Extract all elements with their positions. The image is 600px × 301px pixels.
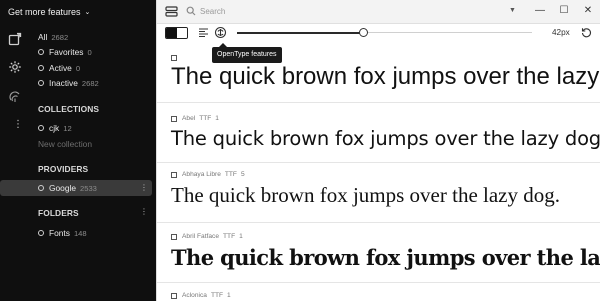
font-count: 1 <box>215 115 219 122</box>
reset-icon[interactable] <box>581 27 592 38</box>
filter-all-count: 2682 <box>51 32 69 42</box>
search-icon <box>186 6 196 16</box>
folders-heading: FOLDERS <box>38 208 79 218</box>
font-name: Abhaya Libre <box>182 171 221 178</box>
font-name: Aclonica <box>182 292 207 299</box>
collection-item[interactable]: cjk 12 <box>38 121 72 135</box>
checkbox-icon[interactable] <box>171 292 177 299</box>
add-fonts-icon[interactable] <box>8 32 22 46</box>
font-meta: Abhaya Libre TTF 5 <box>171 171 245 178</box>
folder-count: 148 <box>73 228 87 238</box>
checkbox-icon[interactable] <box>171 171 177 178</box>
filter-favorites-count: 0 <box>87 47 92 57</box>
more-vertical-icon[interactable]: ⋮ <box>13 120 27 135</box>
size-slider-track[interactable] <box>363 32 532 33</box>
color-theme-toggle[interactable] <box>165 27 188 39</box>
provider-count: 2533 <box>80 183 97 193</box>
filter-active-label: Active <box>49 63 72 73</box>
minimize-button[interactable]: — <box>533 4 547 18</box>
text-align-icon[interactable] <box>198 27 209 38</box>
fingerprint-icon[interactable] <box>8 90 22 104</box>
provider-label: Google <box>49 183 77 193</box>
get-more-features-label: Get more features <box>8 7 81 17</box>
light-swatch <box>176 28 187 38</box>
font-row[interactable]: Abril Fatface TTF 1 The quick brown fox … <box>157 223 600 283</box>
font-type: TTF <box>199 115 212 122</box>
font-row[interactable]: Abel TTF 1 The quick brown fox jumps ove… <box>157 103 600 163</box>
checkbox-icon[interactable] <box>171 55 177 61</box>
filter-active-count: 0 <box>75 63 81 73</box>
opentype-features-icon[interactable] <box>214 26 227 39</box>
folder-label: Fonts <box>49 228 70 238</box>
font-type: TTF <box>210 292 224 299</box>
filter-favorites-label: Favorites <box>49 47 84 57</box>
new-collection-button[interactable]: New collection <box>38 139 92 149</box>
radio-icon <box>38 230 44 236</box>
filter-favorites[interactable]: Favorites 0 <box>38 45 92 59</box>
font-type: TTF <box>223 233 236 240</box>
sidebar: Get more features ⌄ ⋮ All 2682 Favorites… <box>0 0 156 301</box>
font-sample: The quick brown fox jumps over the lazy … <box>171 183 560 207</box>
filter-active[interactable]: Active 0 <box>38 61 80 75</box>
filter-all-label: All <box>38 32 48 42</box>
checkbox-icon[interactable] <box>171 115 177 122</box>
font-meta: Abel TTF 1 <box>171 115 219 122</box>
menu-icon[interactable] <box>165 5 178 18</box>
font-meta: Abril Fatface TTF 1 <box>171 233 243 240</box>
get-more-features-button[interactable]: Get more features ⌄ <box>0 0 156 24</box>
font-meta: Aclonica TTF 1 <box>171 292 231 299</box>
folder-item-fonts[interactable]: Fonts 148 <box>38 226 87 240</box>
search-input[interactable] <box>200 4 480 19</box>
providers-heading: PROVIDERS <box>38 164 89 174</box>
search-dropdown-icon[interactable]: ▼ <box>509 7 516 14</box>
radio-icon <box>38 65 44 71</box>
filter-all[interactable]: All 2682 <box>38 30 68 44</box>
provider-google: Google 2533 <box>38 181 97 195</box>
filter-inactive-label: Inactive <box>49 78 78 88</box>
font-count: 1 <box>227 292 231 299</box>
filter-inactive-count: 2682 <box>81 78 99 88</box>
font-row[interactable]: Aclonica TTF 1 <box>157 283 600 301</box>
radio-icon <box>38 80 44 86</box>
settings-gear-icon[interactable] <box>8 60 22 74</box>
maximize-button[interactable]: ☐ <box>557 4 571 18</box>
font-type: TTF <box>224 171 237 178</box>
dark-swatch <box>166 28 177 38</box>
radio-icon <box>38 185 44 191</box>
chevron-down-icon: ⌄ <box>84 9 91 16</box>
folders-more-icon[interactable]: ⋮ <box>140 208 148 216</box>
font-meta <box>171 55 182 61</box>
collection-count: 12 <box>63 123 72 133</box>
font-name: Abel <box>182 115 196 122</box>
collection-label: cjk <box>49 123 60 133</box>
opentype-tooltip: OpenType features <box>212 43 282 63</box>
font-list: The quick brown fox jumps over the lazy … <box>157 43 600 301</box>
collections-heading: COLLECTIONS <box>38 104 100 114</box>
radio-icon <box>38 49 44 55</box>
font-count: 1 <box>239 233 243 240</box>
title-bar: ▼ — ☐ ✕ <box>157 0 600 24</box>
font-name: Abril Fatface <box>182 233 220 240</box>
font-size-value: 42px <box>552 28 570 37</box>
main-panel: ▼ — ☐ ✕ 42px The quick brown fox jumps o… <box>156 0 600 301</box>
radio-icon <box>38 125 44 131</box>
font-sample: The quick brown fox jumps over the lazy … <box>171 245 600 270</box>
close-button[interactable]: ✕ <box>581 4 595 18</box>
filter-inactive[interactable]: Inactive 2682 <box>38 76 99 90</box>
font-sample: The quick brown fox jumps over the lazy … <box>171 127 600 150</box>
provider-item-google[interactable]: Google 2533 ⋮ <box>0 180 152 196</box>
checkbox-icon[interactable] <box>171 233 177 240</box>
size-slider-filled <box>237 32 364 34</box>
font-row[interactable]: Abhaya Libre TTF 5 The quick brown fox j… <box>157 163 600 223</box>
font-count: 5 <box>240 171 245 178</box>
font-sample: The quick brown fox jumps over the lazy … <box>171 63 600 90</box>
provider-more-icon[interactable]: ⋮ <box>140 184 148 192</box>
